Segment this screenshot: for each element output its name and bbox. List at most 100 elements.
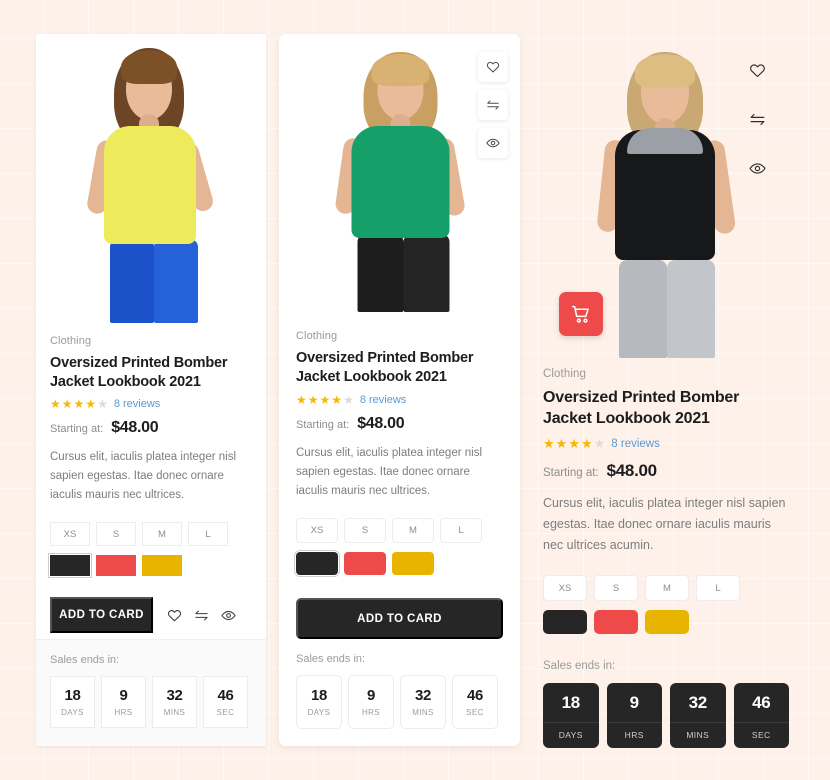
- reviews-link[interactable]: 8 reviews: [360, 394, 406, 406]
- color-options[interactable]: [50, 555, 252, 576]
- add-to-cart-fab[interactable]: [559, 292, 603, 336]
- product-title[interactable]: Oversized Printed Bomber Jacket Lookbook…: [50, 354, 252, 391]
- cta-row: ADD TO CARD: [296, 598, 503, 639]
- countdown-unit: MINS: [163, 708, 186, 717]
- size-options[interactable]: XS S M L: [543, 575, 789, 601]
- size-option-s[interactable]: S: [344, 518, 386, 543]
- eye-icon[interactable]: [745, 156, 769, 180]
- star-icon: ★: [307, 393, 319, 407]
- shopping-cart-icon: [571, 304, 592, 325]
- heart-icon[interactable]: [745, 58, 769, 82]
- countdown-unit: DAYS: [307, 708, 331, 717]
- star-icon: ★: [543, 436, 555, 451]
- image-action-stack-2: [478, 52, 508, 158]
- star-icon: ★: [319, 393, 331, 407]
- star-icon: ★: [85, 397, 97, 411]
- product-image-1[interactable]: [36, 34, 266, 323]
- add-to-cart-button[interactable]: ADD TO CARD: [50, 597, 153, 633]
- countdown-unit: HRS: [114, 708, 133, 717]
- compare-icon[interactable]: [194, 608, 209, 623]
- size-option-xs[interactable]: XS: [543, 575, 587, 601]
- product-title[interactable]: Oversized Printed Bomber Jacket Lookbook…: [543, 387, 789, 429]
- star-icon: ★: [296, 393, 307, 407]
- size-option-m[interactable]: M: [392, 518, 434, 543]
- add-to-cart-button[interactable]: ADD TO CARD: [296, 598, 503, 639]
- price-row: Starting at: $48.00: [50, 419, 252, 437]
- color-swatch-red[interactable]: [344, 552, 386, 575]
- countdown-section: Sales ends in: 18 DAYS 9 HRS 32 MINS 46 …: [279, 639, 520, 746]
- size-option-s[interactable]: S: [594, 575, 638, 601]
- star-icon: ★: [331, 393, 343, 407]
- shirt-shape: [104, 126, 196, 244]
- color-options[interactable]: [543, 610, 789, 634]
- size-option-l[interactable]: L: [696, 575, 740, 601]
- reviews-link[interactable]: 8 reviews: [611, 438, 660, 450]
- leg-left-shape: [357, 234, 403, 312]
- countdown-cell-hrs: 9 HRS: [101, 676, 146, 728]
- countdown-cell-sec: 46 SEC: [203, 676, 248, 728]
- countdown-section: Sales ends in: 18 DAYS 9 HRS 32 MINS 46 …: [543, 644, 789, 758]
- price-value: $48.00: [606, 461, 658, 480]
- product-image-3[interactable]: [535, 28, 797, 358]
- size-options[interactable]: XS S M L: [50, 522, 252, 546]
- size-option-m[interactable]: M: [142, 522, 182, 546]
- color-swatch-yellow[interactable]: [645, 610, 689, 634]
- countdown-timer: 18 DAYS 9 HRS 32 MINS 46 SEC: [50, 676, 252, 728]
- color-swatch-red[interactable]: [594, 610, 638, 634]
- countdown-value: 9: [606, 683, 662, 723]
- size-option-s[interactable]: S: [96, 522, 136, 546]
- eye-icon[interactable]: [478, 128, 508, 158]
- product-card-2[interactable]: Clothing Oversized Printed Bomber Jacket…: [279, 34, 520, 746]
- star-icon: ★: [568, 436, 580, 451]
- countdown-value: 46: [733, 683, 789, 723]
- compare-icon[interactable]: [745, 107, 769, 131]
- eye-icon[interactable]: [221, 608, 236, 623]
- price-row: Starting at: $48.00: [543, 461, 789, 481]
- countdown-unit: MINS: [412, 708, 434, 717]
- hair-top-shape: [121, 50, 177, 84]
- star-icon: ★: [73, 397, 85, 411]
- card-body-1: Clothing Oversized Printed Bomber Jacket…: [36, 323, 266, 746]
- leg-left-shape: [110, 239, 154, 323]
- color-swatch-red[interactable]: [96, 555, 136, 576]
- product-card-3[interactable]: Clothing Oversized Printed Bomber Jacket…: [535, 28, 797, 758]
- secondary-actions: [167, 608, 236, 623]
- size-option-xs[interactable]: XS: [296, 518, 338, 543]
- product-card-1[interactable]: Clothing Oversized Printed Bomber Jacket…: [36, 34, 266, 746]
- reviews-link[interactable]: 8 reviews: [114, 398, 160, 410]
- color-swatch-yellow[interactable]: [142, 555, 182, 576]
- color-swatch-black[interactable]: [296, 552, 338, 575]
- price-value: $48.00: [357, 415, 405, 432]
- star-icon: ★: [50, 397, 61, 411]
- heart-icon[interactable]: [478, 52, 508, 82]
- size-option-l[interactable]: L: [188, 522, 228, 546]
- hair-top-shape: [635, 54, 695, 88]
- star-rating: ★ ★ ★ ★ ★: [543, 437, 605, 450]
- size-option-xs[interactable]: XS: [50, 522, 90, 546]
- star-icon: ★: [580, 436, 593, 451]
- color-swatch-black[interactable]: [50, 555, 90, 576]
- size-option-l[interactable]: L: [440, 518, 482, 543]
- countdown-unit: DAYS: [61, 708, 84, 717]
- product-title[interactable]: Oversized Printed Bomber Jacket Lookbook…: [296, 349, 503, 387]
- color-swatch-black[interactable]: [543, 610, 587, 634]
- star-rating: ★ ★ ★ ★ ★: [50, 398, 108, 410]
- star-icon: ★: [555, 436, 568, 451]
- product-category: Clothing: [543, 368, 586, 380]
- leg-left-shape: [619, 260, 667, 358]
- color-options[interactable]: [296, 552, 503, 575]
- countdown-cell-sec: 46 SEC: [733, 683, 789, 748]
- model-photo-yellow-tee: [36, 34, 266, 323]
- size-options[interactable]: XS S M L: [296, 518, 503, 543]
- product-image-2[interactable]: [279, 34, 520, 316]
- star-icon-empty: ★: [593, 436, 606, 451]
- size-option-m[interactable]: M: [645, 575, 689, 601]
- countdown-cell-sec: 46 SEC: [452, 675, 498, 729]
- heart-icon[interactable]: [167, 608, 182, 623]
- color-swatch-yellow[interactable]: [392, 552, 434, 575]
- leg-right-shape: [154, 239, 198, 323]
- compare-icon[interactable]: [478, 90, 508, 120]
- countdown-value: 32: [670, 683, 726, 723]
- rating: ★ ★ ★ ★ ★ 8 reviews: [50, 398, 252, 410]
- product-category: Clothing: [50, 335, 92, 347]
